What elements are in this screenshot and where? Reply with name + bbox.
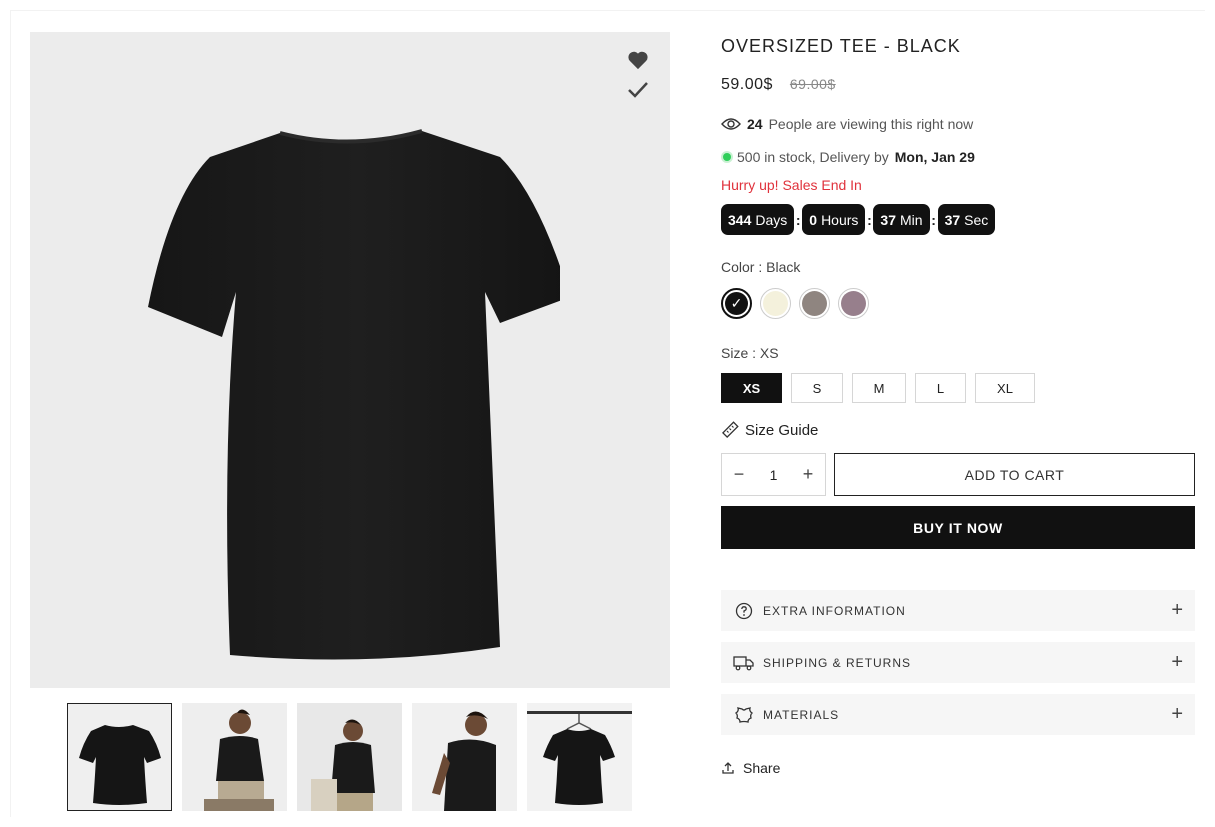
top-divider bbox=[10, 10, 1205, 11]
swatch-taupe[interactable] bbox=[799, 288, 830, 319]
swatch-cream[interactable] bbox=[760, 288, 791, 319]
countdown-minutes: 37 Min bbox=[873, 204, 930, 235]
truck-icon bbox=[733, 652, 755, 674]
viewers-text: People are viewing this right now bbox=[768, 116, 974, 132]
buy-now-button[interactable]: BUY IT NOW bbox=[721, 506, 1195, 549]
wishlist-heart-icon[interactable] bbox=[624, 46, 652, 74]
shirt-back-thumb-icon bbox=[79, 725, 161, 805]
countdown-days: 344 Days bbox=[721, 204, 795, 235]
countdown-separator: : bbox=[795, 211, 801, 228]
color-label: Color : Black bbox=[721, 259, 801, 275]
swatch-black[interactable]: ✓ bbox=[721, 288, 752, 319]
sale-countdown: 344 Days : 0 Hours : 37 Min : 37 Sec bbox=[721, 204, 996, 235]
size-guide-link[interactable]: Size Guide bbox=[721, 421, 818, 439]
size-xl-button[interactable]: XL bbox=[975, 373, 1035, 403]
viewers-notice: 24 People are viewing this right now bbox=[721, 116, 973, 132]
color-swatches: ✓ bbox=[721, 288, 869, 319]
plus-icon: + bbox=[1171, 703, 1183, 725]
hours-value: 0 bbox=[809, 211, 818, 228]
size-l-button[interactable]: L bbox=[915, 373, 966, 403]
countdown-hours: 0 Hours bbox=[802, 204, 866, 235]
price-block: 59.00$ 69.00$ bbox=[721, 76, 836, 94]
countdown-separator: : bbox=[867, 211, 872, 228]
product-title: OVERSIZED TEE - BLACK bbox=[721, 36, 961, 56]
countdown-seconds: 37 Sec bbox=[937, 204, 996, 235]
left-divider bbox=[10, 10, 11, 817]
question-circle-icon bbox=[733, 600, 755, 622]
thumbnail-strip bbox=[67, 703, 632, 811]
seconds-label: Sec bbox=[964, 211, 989, 228]
quantity-increase-button[interactable]: + bbox=[801, 464, 815, 485]
accordion-materials[interactable]: MATERIALS + bbox=[721, 694, 1195, 735]
hurry-text: Hurry up! Sales End In bbox=[721, 177, 862, 193]
stock-notice: 500 in stock, Delivery by Mon, Jan 29 bbox=[721, 149, 975, 165]
size-xs-button[interactable]: XS bbox=[721, 373, 782, 403]
thumbnail-model-seated[interactable] bbox=[182, 703, 287, 811]
accordion-shipping-returns[interactable]: SHIPPING & RETURNS + bbox=[721, 642, 1195, 683]
accordion-extra-information[interactable]: EXTRA INFORMATION + bbox=[721, 590, 1195, 631]
stock-text: 500 in stock, Delivery by bbox=[737, 149, 889, 165]
eye-icon bbox=[721, 118, 741, 130]
accordion-label: SHIPPING & RETURNS bbox=[763, 655, 912, 670]
check-icon: ✓ bbox=[725, 292, 748, 315]
fabric-icon bbox=[733, 704, 755, 726]
plus-icon: + bbox=[1171, 651, 1183, 673]
swatch-mauve[interactable] bbox=[838, 288, 869, 319]
countdown-separator: : bbox=[931, 211, 936, 228]
quantity-decrease-button[interactable]: − bbox=[732, 464, 746, 485]
minutes-label: Min bbox=[900, 211, 923, 228]
thumbnail-shirt-back[interactable] bbox=[67, 703, 172, 811]
thumbnail-hanger[interactable] bbox=[527, 703, 632, 811]
add-to-cart-button[interactable]: ADD TO CART bbox=[834, 453, 1195, 496]
hanger-thumb-icon bbox=[527, 703, 632, 811]
model-seated-thumb-icon bbox=[182, 703, 287, 811]
accordion-label: EXTRA INFORMATION bbox=[763, 603, 906, 618]
model-side-thumb-icon bbox=[412, 703, 517, 811]
size-s-button[interactable]: S bbox=[791, 373, 843, 403]
share-icon bbox=[722, 762, 734, 774]
current-price: 59.00$ bbox=[721, 76, 773, 93]
share-label: Share bbox=[743, 760, 781, 776]
compare-check-icon[interactable] bbox=[624, 76, 652, 104]
tshirt-back-image bbox=[148, 129, 560, 660]
in-stock-indicator-icon bbox=[723, 153, 731, 161]
size-label: Size : XS bbox=[721, 345, 779, 361]
size-options: XS S M L XL bbox=[721, 373, 1035, 403]
minutes-value: 37 bbox=[880, 211, 896, 228]
size-m-button[interactable]: M bbox=[852, 373, 906, 403]
accordion-label: MATERIALS bbox=[763, 707, 840, 722]
plus-icon: + bbox=[1171, 599, 1183, 621]
product-main-image[interactable] bbox=[30, 32, 670, 688]
model-standing-thumb-icon bbox=[297, 703, 402, 811]
quantity-stepper: − 1 + bbox=[721, 453, 826, 496]
share-link[interactable]: Share bbox=[721, 760, 780, 776]
thumbnail-model-standing[interactable] bbox=[297, 703, 402, 811]
thumbnail-model-side[interactable] bbox=[412, 703, 517, 811]
seconds-value: 37 bbox=[944, 211, 961, 228]
size-guide-label: Size Guide bbox=[745, 421, 819, 439]
viewers-count: 24 bbox=[747, 116, 763, 132]
delivery-date: Mon, Jan 29 bbox=[894, 149, 975, 165]
days-label: Days bbox=[755, 211, 788, 228]
quantity-input[interactable]: 1 bbox=[770, 467, 778, 483]
compare-price: 69.00$ bbox=[789, 76, 836, 92]
days-value: 344 bbox=[728, 211, 752, 228]
ruler-icon bbox=[722, 421, 739, 438]
hours-label: Hours bbox=[821, 211, 859, 228]
